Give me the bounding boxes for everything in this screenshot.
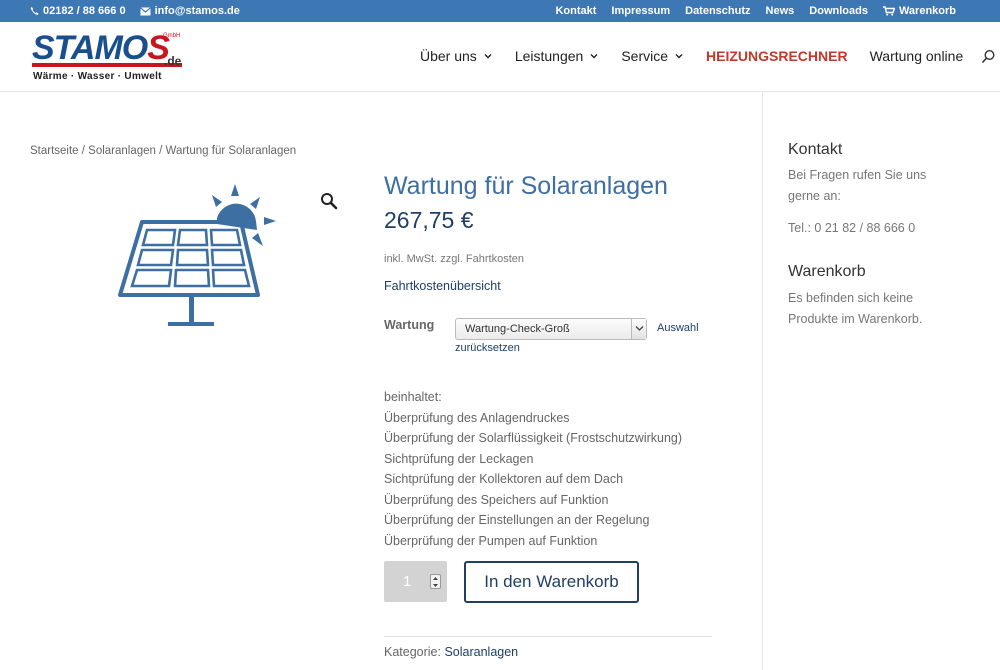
product-price: 267,75 € [384, 207, 474, 233]
description-line: Überprüfung der Pumpen auf Funktion [384, 533, 598, 548]
mail-icon [139, 6, 151, 15]
topbar-cart-label: Warenkorb [898, 5, 956, 17]
nav-item-heizungsrechner[interactable]: HEIZUNGSRECHNER [706, 48, 848, 64]
nav-item-wartung-online[interactable]: Wartung online [870, 48, 964, 64]
topbar-link-datenschutz[interactable]: Datenschutz [685, 5, 750, 17]
description-line: Sichtprüfung der Leckagen [384, 451, 534, 466]
logo-wordmark: STAMOS [32, 29, 170, 67]
product-description: beinhaltet: Überprüfung des Anlagendruck… [384, 387, 682, 551]
quantity-input[interactable]: 1 [384, 561, 447, 602]
variant-label: Wartung [384, 318, 435, 332]
variant-selected-value: Wartung-Check-Groß [465, 323, 570, 335]
phone-icon [30, 6, 39, 16]
sidebar-contact-phone[interactable]: Tel.: 0 21 82 / 88 666 0 [788, 218, 915, 239]
product-title: Wartung für Solaranlagen [384, 172, 668, 200]
description-line: Überprüfung des Anlagendruckes [384, 410, 570, 425]
sidebar-contact-text: Bei Fragen rufen Sie uns gerne an: [788, 168, 927, 203]
search-icon[interactable] [981, 49, 996, 64]
description-line: Überprüfung der Solarflüssigkeit (Frosts… [384, 431, 683, 445]
sidebar-cart-heading: Warenkorb [788, 263, 866, 280]
topbar-phone-text: 02182 / 88 666 0 [43, 5, 126, 17]
logo-underline [32, 63, 182, 67]
topbar-link-impressum[interactable]: Impressum [611, 5, 670, 17]
description-line: Überprüfung der Einstellungen an der Reg… [384, 513, 650, 527]
description-line: Sichtprüfung der Kollektoren auf dem Dac… [384, 472, 624, 486]
reset-selection-link-cont[interactable]: zurücksetzen [455, 342, 520, 354]
solar-panel-icon [118, 184, 276, 326]
chevron-down-icon [590, 54, 598, 59]
topbar-link-downloads[interactable]: Downloads [809, 5, 868, 17]
tax-note: inkl. MwSt. zzgl. Fahrtkosten [384, 253, 524, 265]
quantity-stepper[interactable] [430, 574, 441, 589]
topbar-email-text: info@stamos.de [154, 5, 240, 17]
top-bar: 02182 / 88 666 0 info@stamos.de Kontakt … [0, 0, 1000, 22]
chevron-up-icon [433, 577, 438, 580]
chevron-down-icon [635, 326, 644, 331]
nav-item-service[interactable]: Service [621, 48, 684, 64]
logo-tagline: Wärme · Wasser · Umwelt [33, 71, 162, 82]
product-category: Kategorie: Solaranlagen [384, 645, 518, 659]
breadcrumb[interactable]: Startseite / Solaranlagen / Wartung für … [30, 145, 296, 157]
nav-item-leistungen[interactable]: Leistungen [515, 48, 600, 64]
topbar-email[interactable]: info@stamos.de [139, 5, 240, 17]
zoom-icon[interactable] [320, 192, 338, 210]
sidebar-cart-text: Es befinden sich keine Produkte im Waren… [788, 291, 923, 326]
topbar-cart-link[interactable]: Warenkorb [882, 5, 956, 17]
select-arrow [631, 319, 646, 339]
logo-tld: .de [164, 54, 182, 68]
chevron-down-icon [675, 54, 683, 59]
chevron-down-icon [433, 584, 438, 587]
quantity-value: 1 [403, 573, 412, 590]
category-label: Kategorie: [384, 645, 441, 659]
cart-icon [882, 6, 895, 16]
category-link[interactable]: Solaranlagen [444, 645, 518, 659]
sidebar-divider [762, 92, 763, 670]
topbar-link-news[interactable]: News [766, 5, 795, 17]
reset-selection-link[interactable]: Auswahl [657, 322, 699, 334]
chevron-down-icon [484, 54, 492, 59]
meta-divider [384, 636, 712, 637]
topbar-phone[interactable]: 02182 / 88 666 0 [30, 5, 126, 17]
nav-item-ueber-uns[interactable]: Über uns [420, 48, 493, 64]
main-nav: Über uns Leistungen Service HEIZUNGSRECH… [420, 48, 996, 64]
travel-cost-link[interactable]: Fahrtkostenübersicht [384, 279, 501, 293]
add-to-cart-button[interactable]: In den Warenkorb [464, 561, 639, 603]
logo[interactable]: STAMOS GmbH .de Wärme · Wasser · Umwelt [32, 30, 184, 86]
topbar-link-kontakt[interactable]: Kontakt [555, 5, 596, 17]
site-header: STAMOS GmbH .de Wärme · Wasser · Umwelt … [0, 22, 1000, 92]
description-line: beinhaltet: [384, 390, 442, 404]
variant-select[interactable]: Wartung-Check-Groß [455, 318, 647, 340]
sidebar-contact-heading: Kontakt [788, 141, 843, 158]
logo-gmbh: GmbH [163, 33, 181, 39]
description-line: Überprüfung des Speichers auf Funktion [384, 492, 609, 507]
